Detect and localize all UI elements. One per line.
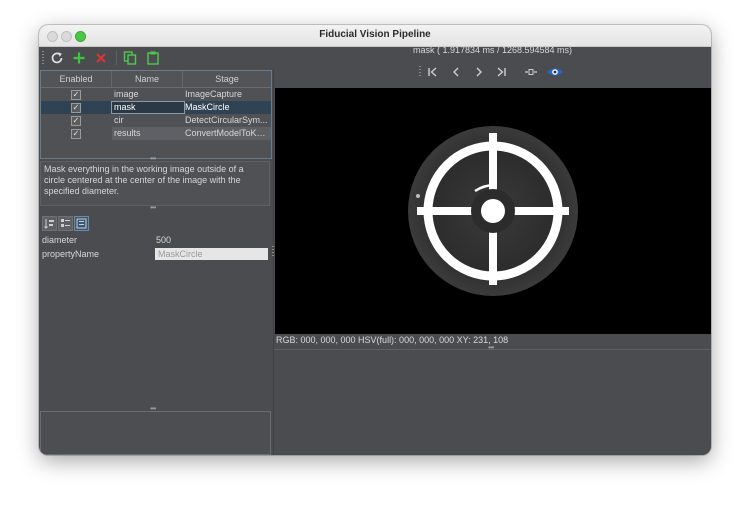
stage-name: cir bbox=[114, 115, 124, 125]
table-row[interactable]: ✓ results ConvertModelToKe... bbox=[41, 127, 271, 140]
table-row[interactable]: ✓ cir DetectCircularSym... bbox=[41, 114, 271, 127]
pixel-status: RGB: 000, 000, 000 HSV(full): 000, 000, … bbox=[276, 335, 509, 345]
viewer-title: mask ( 1.917834 ms / 1268.594584 ms) bbox=[412, 45, 573, 55]
dash-icon[interactable] bbox=[523, 64, 539, 80]
stage-type: ImageCapture bbox=[185, 89, 243, 99]
window-title: Fiducial Vision Pipeline bbox=[319, 29, 431, 40]
header-stage[interactable]: Stage bbox=[183, 71, 271, 87]
bottom-left-panel bbox=[40, 411, 271, 455]
stages-table: Enabled Name Stage ✓ image ImageCapture … bbox=[40, 70, 272, 159]
list-view-icon[interactable] bbox=[74, 216, 89, 231]
enabled-checkbox[interactable]: ✓ bbox=[71, 90, 81, 100]
copy-icon[interactable] bbox=[122, 50, 138, 66]
pipeline-toolbar bbox=[39, 47, 274, 69]
title-bar: Fiducial Vision Pipeline bbox=[39, 25, 711, 47]
stage-description: Mask everything in the working image out… bbox=[40, 161, 270, 206]
viewer-nav-toolbar bbox=[274, 64, 711, 80]
viewer-lower-panel bbox=[274, 349, 711, 455]
property-label: propertyName bbox=[42, 249, 100, 259]
vertical-splitter-grip[interactable] bbox=[272, 246, 274, 256]
enabled-checkbox[interactable]: ✓ bbox=[71, 129, 81, 139]
stages-table-header: Enabled Name Stage bbox=[41, 71, 271, 88]
enabled-checkbox[interactable]: ✓ bbox=[71, 116, 81, 126]
table-row-selected[interactable]: ✓ mask MaskCircle bbox=[41, 101, 271, 114]
sort-alpha-icon[interactable] bbox=[42, 216, 57, 231]
first-icon[interactable] bbox=[426, 64, 440, 80]
enabled-checkbox[interactable]: ✓ bbox=[71, 103, 81, 113]
toolbar-separator bbox=[116, 50, 117, 65]
delete-icon[interactable] bbox=[93, 50, 109, 66]
nav-toolbar-grip[interactable] bbox=[419, 66, 421, 78]
property-row-diameter[interactable]: diameter 500 bbox=[39, 234, 271, 247]
next-icon[interactable] bbox=[472, 64, 486, 80]
property-row-propertyname[interactable]: propertyName MaskCircle bbox=[39, 248, 271, 261]
header-enabled[interactable]: Enabled bbox=[41, 71, 112, 87]
app-window: Fiducial Vision Pipeline Enabled Name St… bbox=[39, 25, 711, 455]
stage-name: results bbox=[114, 128, 141, 138]
stage-name[interactable]: mask bbox=[114, 101, 180, 114]
property-value[interactable]: 500 bbox=[156, 234, 171, 247]
splitter-handle[interactable]: ••• bbox=[150, 203, 156, 212]
add-icon[interactable] bbox=[71, 50, 87, 66]
property-label: diameter bbox=[42, 235, 78, 245]
eye-icon[interactable] bbox=[546, 64, 564, 80]
header-name[interactable]: Name bbox=[112, 71, 183, 87]
stage-type: DetectCircularSym... bbox=[185, 115, 268, 125]
stage-type: ConvertModelToKe... bbox=[185, 128, 269, 138]
stage-type: MaskCircle bbox=[185, 102, 230, 112]
last-icon[interactable] bbox=[494, 64, 508, 80]
property-value-input[interactable]: MaskCircle bbox=[155, 248, 268, 260]
stage-name: image bbox=[114, 89, 139, 99]
refresh-icon[interactable] bbox=[49, 50, 65, 66]
paste-icon[interactable] bbox=[145, 50, 161, 66]
prev-icon[interactable] bbox=[449, 64, 463, 80]
toolbar-grip[interactable] bbox=[42, 51, 44, 65]
image-viewer[interactable] bbox=[275, 88, 711, 334]
fiducial-image bbox=[408, 126, 578, 296]
table-row[interactable]: ✓ image ImageCapture bbox=[41, 88, 271, 101]
categorized-view-icon[interactable] bbox=[58, 216, 73, 231]
